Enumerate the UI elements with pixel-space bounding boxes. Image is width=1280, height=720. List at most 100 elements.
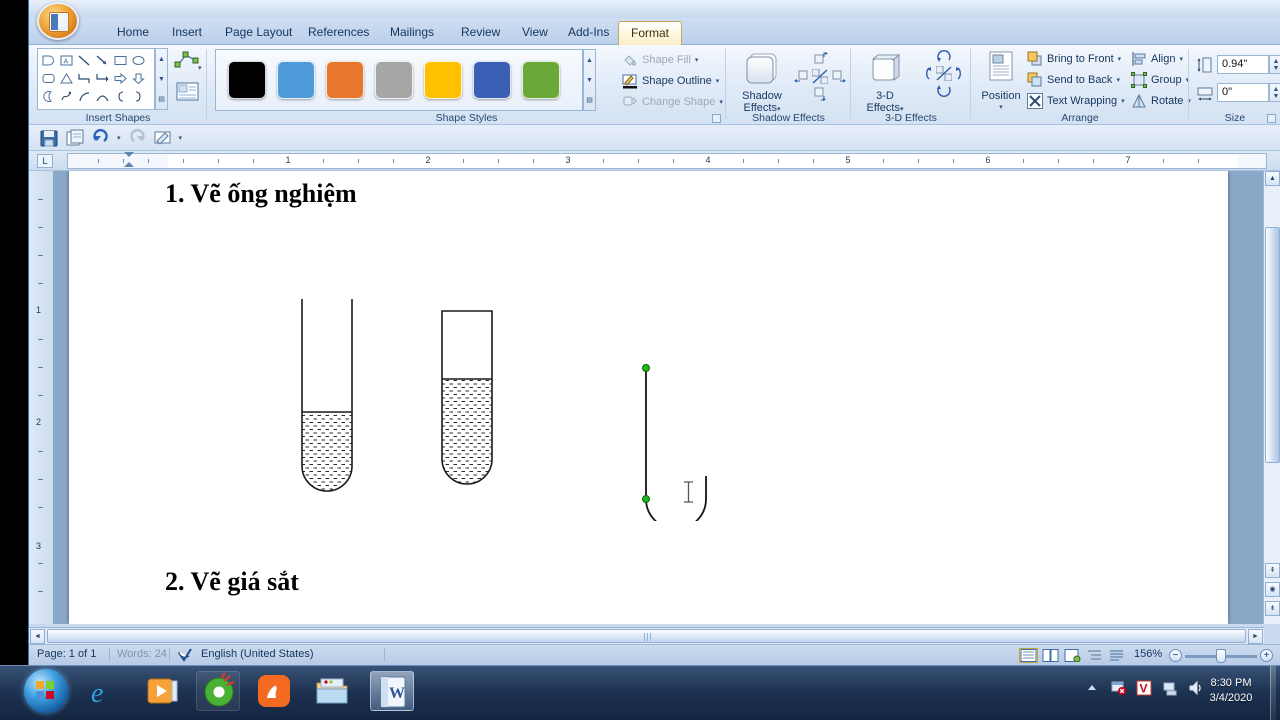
draft-view-button[interactable] [1107, 648, 1126, 663]
action-center-flag-icon[interactable] [1110, 680, 1126, 696]
zoom-in-button[interactable]: + [1260, 649, 1273, 662]
scroll-left-button[interactable]: ◄ [30, 629, 45, 644]
horizontal-scroll-thumb[interactable] [47, 629, 1246, 643]
customize-qat-icon[interactable]: ▾ [179, 134, 183, 142]
vertical-scroll-thumb[interactable] [1265, 227, 1280, 463]
tab-view[interactable]: View [510, 21, 560, 45]
triangle-shape-icon[interactable] [57, 69, 75, 87]
shape-height-input[interactable]: 0.94" [1217, 55, 1269, 74]
save-icon[interactable] [39, 128, 59, 148]
size-dialog-launcher[interactable] [1267, 114, 1276, 123]
curve-shape-icon[interactable] [93, 87, 111, 105]
text-box-button[interactable] [176, 81, 202, 105]
undo-chevron-down-icon[interactable]: ▾ [117, 134, 121, 142]
text-wrapping-button[interactable]: Text Wrapping ▾ [1027, 92, 1125, 110]
zoom-out-button[interactable]: − [1169, 649, 1182, 662]
tab-selector-button[interactable]: L [37, 154, 53, 168]
taskbar-uc-browser[interactable] [252, 671, 296, 711]
zoom-percent-label[interactable]: 156% [1134, 648, 1162, 660]
ruler-track[interactable]: 1 2 3 4 5 6 7 [67, 153, 1267, 169]
rectangle-shape-icon[interactable] [111, 51, 129, 69]
scroll-up-button[interactable]: ▲ [1265, 171, 1280, 186]
taskbar-internet-explorer[interactable]: e [84, 671, 128, 711]
shape-style-blue[interactable] [473, 61, 511, 99]
shape-height-stepper[interactable]: ▲ ▼ [1269, 55, 1280, 74]
flowchart-delay-shape-icon[interactable] [39, 51, 57, 69]
chevron-down-icon[interactable]: ▾ [719, 98, 723, 106]
ellipse-shape-icon[interactable] [129, 51, 147, 69]
select-browse-object-button[interactable]: ◉ [1265, 582, 1280, 597]
tilt-down-button[interactable] [936, 83, 952, 101]
heading-2[interactable]: 2. Vẽ giá sắt [165, 567, 299, 597]
three-d-effects-button[interactable]: 3-D Effects▾ [857, 51, 913, 116]
line-shape-icon[interactable] [75, 51, 93, 69]
bring-to-front-button[interactable]: Bring to Front ▾ [1027, 50, 1121, 68]
stepper-down-icon[interactable]: ▼ [1273, 65, 1280, 72]
tab-mailings[interactable]: Mailings [378, 21, 446, 45]
show-desktop-button[interactable] [1270, 666, 1276, 720]
scribble-shape-icon[interactable] [57, 87, 75, 105]
antivirus-v-icon[interactable]: V [1136, 680, 1152, 696]
position-button[interactable]: Position ▾ [977, 51, 1025, 114]
align-button[interactable]: Align ▾ [1131, 50, 1183, 68]
tab-references[interactable]: References [296, 21, 381, 45]
rotate-button[interactable]: Rotate ▾ [1131, 92, 1191, 110]
change-shape-button[interactable]: Change Shape ▾ [622, 93, 723, 111]
scroll-right-button[interactable]: ► [1248, 629, 1263, 644]
print-preview-icon[interactable] [65, 128, 85, 148]
text-box-shape-icon[interactable]: A [57, 51, 75, 69]
previous-page-button[interactable]: ⇞ [1265, 563, 1280, 578]
shape-width-stepper[interactable]: ▲ ▼ [1269, 83, 1280, 102]
nudge-shadow-left-button[interactable] [794, 69, 810, 87]
selection-handle-bottom[interactable] [642, 495, 650, 503]
web-layout-view-button[interactable] [1063, 648, 1082, 663]
shape-style-gold[interactable] [424, 61, 462, 99]
shape-style-black[interactable] [228, 61, 266, 99]
stepper-down-icon[interactable]: ▼ [1273, 93, 1280, 100]
shape-styles-gallery[interactable] [215, 49, 583, 111]
print-layout-view-button[interactable] [1019, 648, 1038, 663]
shapes-scroll-down-icon[interactable]: ▼ [158, 76, 165, 83]
left-brace-shape-icon[interactable] [111, 87, 129, 105]
zoom-slider-handle[interactable] [1216, 649, 1226, 663]
shape-width-input[interactable]: 0" [1217, 83, 1269, 102]
format-painter-icon[interactable] [153, 128, 173, 148]
vertical-scrollbar[interactable]: ▲ ⇞ ◉ ⇟ [1263, 171, 1280, 624]
chevron-down-icon[interactable]: ▾ [716, 77, 720, 85]
down-arrow-shape-icon[interactable] [129, 69, 147, 87]
word-count[interactable]: Words: 24 [117, 648, 167, 660]
shape-style-lightblue[interactable] [277, 61, 315, 99]
shape-styles-dialog-launcher[interactable] [712, 114, 721, 123]
chevron-down-icon[interactable]: ▾ [1116, 76, 1120, 84]
elbow-connector-shape-icon[interactable] [75, 69, 93, 87]
shape-style-orange[interactable] [326, 61, 364, 99]
shape-style-gray[interactable] [375, 61, 413, 99]
chevron-down-icon[interactable]: ▾ [1118, 55, 1122, 63]
shadow-effects-button[interactable]: Shadow Effects▾ [734, 51, 790, 116]
undo-icon[interactable] [91, 128, 111, 148]
right-brace-shape-icon[interactable] [129, 87, 147, 105]
edit-shape-button[interactable]: ▾ [174, 49, 206, 75]
tab-insert[interactable]: Insert [160, 21, 214, 45]
tilt-up-button[interactable] [936, 49, 952, 67]
page-indicator[interactable]: Page: 1 of 1 [37, 648, 96, 660]
tab-review[interactable]: Review [449, 21, 512, 45]
chevron-down-icon[interactable]: ▾ [1179, 55, 1183, 63]
chevron-down-icon[interactable]: ▾ [695, 56, 699, 64]
shapes-gallery-scroll[interactable]: ▲ ▼ ▤ [155, 48, 168, 110]
taskbar-green-app[interactable] [196, 671, 240, 711]
group-button[interactable]: Group ▾ [1131, 71, 1189, 89]
shapes-scroll-up-icon[interactable]: ▲ [158, 56, 165, 63]
document-canvas[interactable]: 1 2 3 1. Vẽ ống nghiệm 2. Vẽ giá sắt [29, 171, 1280, 624]
nudge-shadow-right-button[interactable] [830, 69, 846, 87]
arc-shape-icon[interactable] [75, 87, 93, 105]
taskbar-microsoft-word[interactable]: W [370, 671, 414, 711]
arrow-shape-icon[interactable] [93, 51, 111, 69]
start-button[interactable] [24, 669, 68, 713]
horizontal-scrollbar[interactable]: ◄ ► [29, 627, 1264, 644]
shape-outline-button[interactable]: Shape Outline ▾ [622, 72, 719, 90]
tab-add-ins[interactable]: Add-Ins [556, 21, 621, 45]
three-d-on-off-button[interactable] [935, 65, 953, 84]
network-icon[interactable] [1162, 680, 1178, 696]
taskbar-windows-explorer[interactable] [310, 671, 354, 711]
